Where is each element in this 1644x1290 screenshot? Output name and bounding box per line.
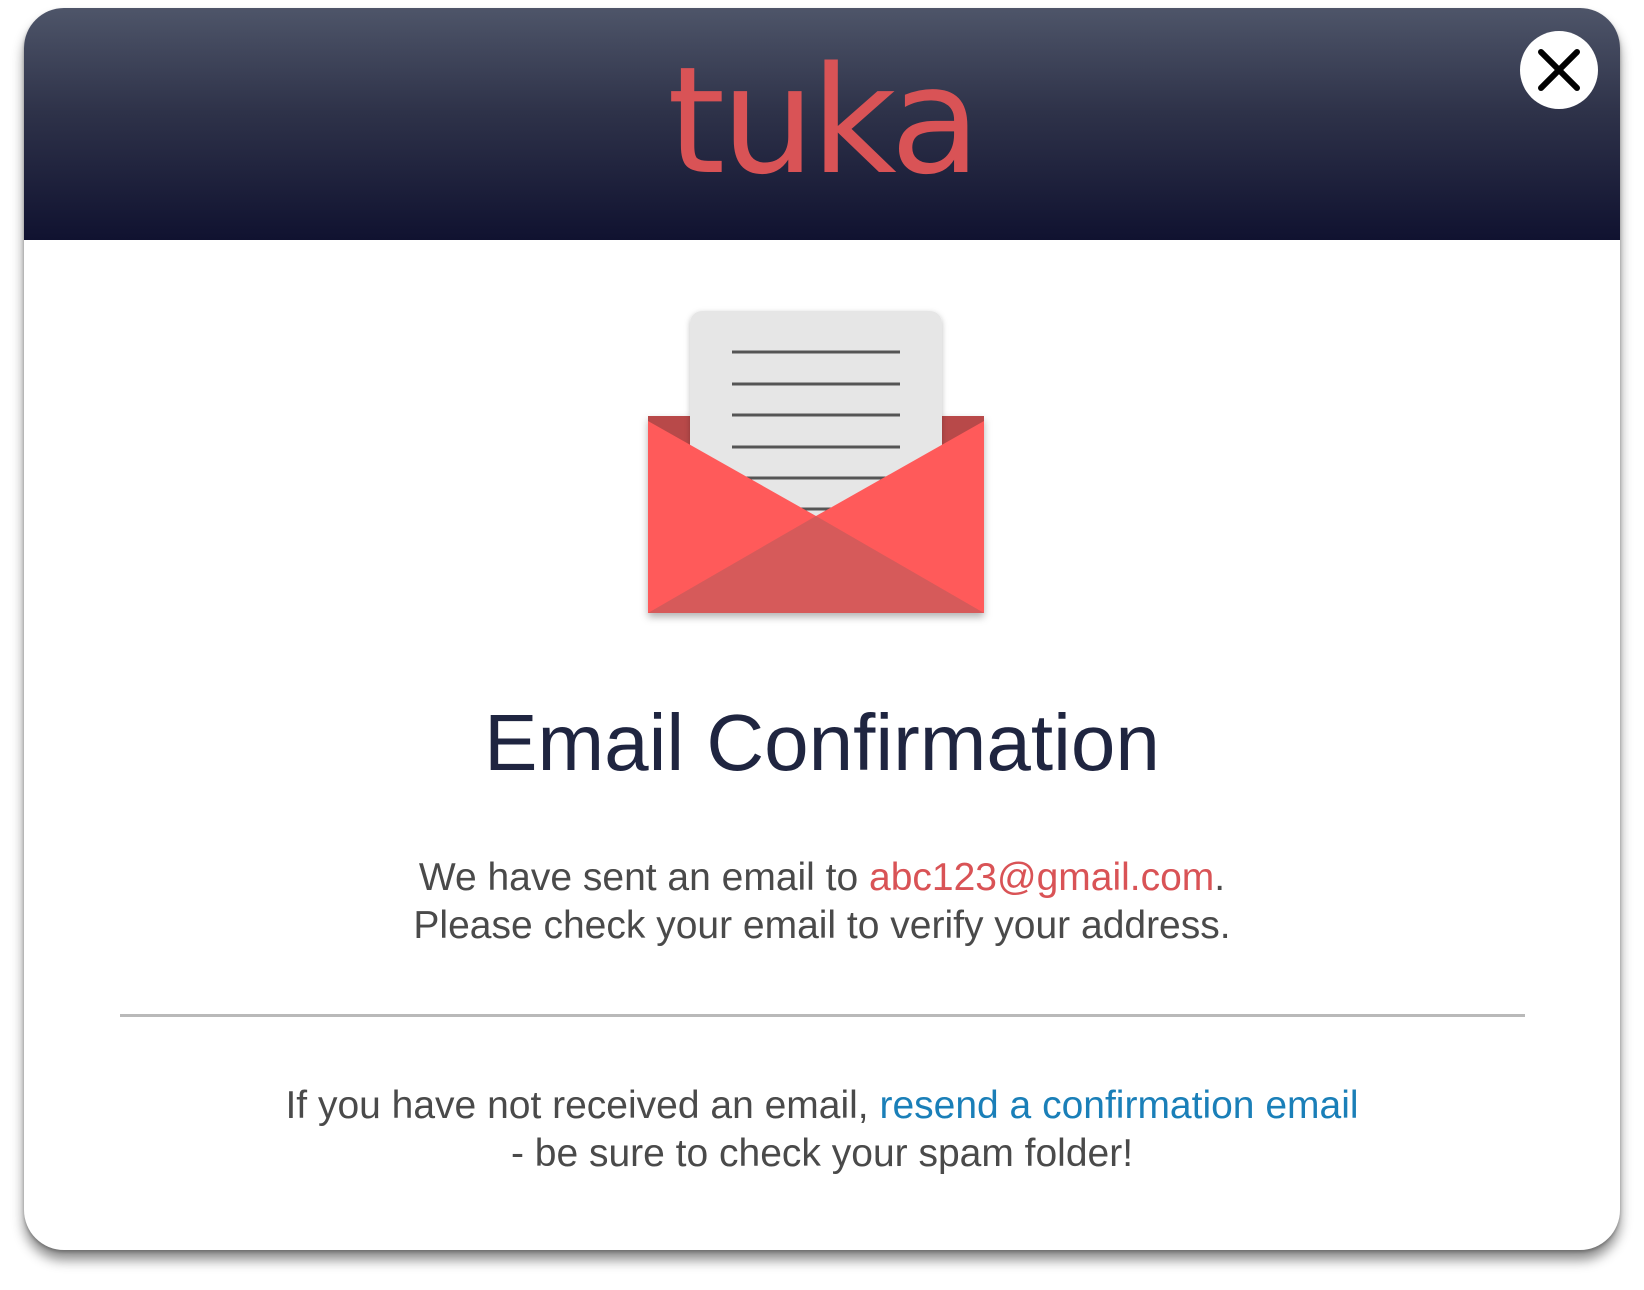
close-icon [1538, 49, 1580, 91]
resend-confirmation-link[interactable]: resend a confirmation email [879, 1084, 1358, 1127]
resend-line-2: - be sure to check your spam folder! [510, 1132, 1134, 1175]
resend-line-1: If you have not received an email, resen… [24, 1082, 1620, 1130]
divider [120, 1014, 1525, 1017]
email-confirmation-modal: tuka Email Confirmation We have sent an … [24, 8, 1620, 1250]
resend-prefix: If you have not received an email, [285, 1084, 880, 1127]
confirmation-message: We have sent an email to abc123@gmail.co… [24, 854, 1620, 950]
envelope-icon [630, 303, 1002, 648]
modal-header: tuka [24, 8, 1620, 240]
message-line-2: Please check your email to verify your a… [413, 904, 1231, 947]
message-prefix: We have sent an email to [418, 856, 870, 899]
page-title: Email Confirmation [484, 698, 1160, 787]
email-address: abc123@gmail.com [869, 856, 1215, 899]
message-line-1: We have sent an email to abc123@gmail.co… [24, 854, 1620, 902]
tuka-logo: tuka [667, 35, 981, 207]
message-suffix: . [1214, 856, 1226, 899]
resend-section: If you have not received an email, resen… [24, 1082, 1620, 1178]
close-button[interactable] [1520, 31, 1598, 109]
